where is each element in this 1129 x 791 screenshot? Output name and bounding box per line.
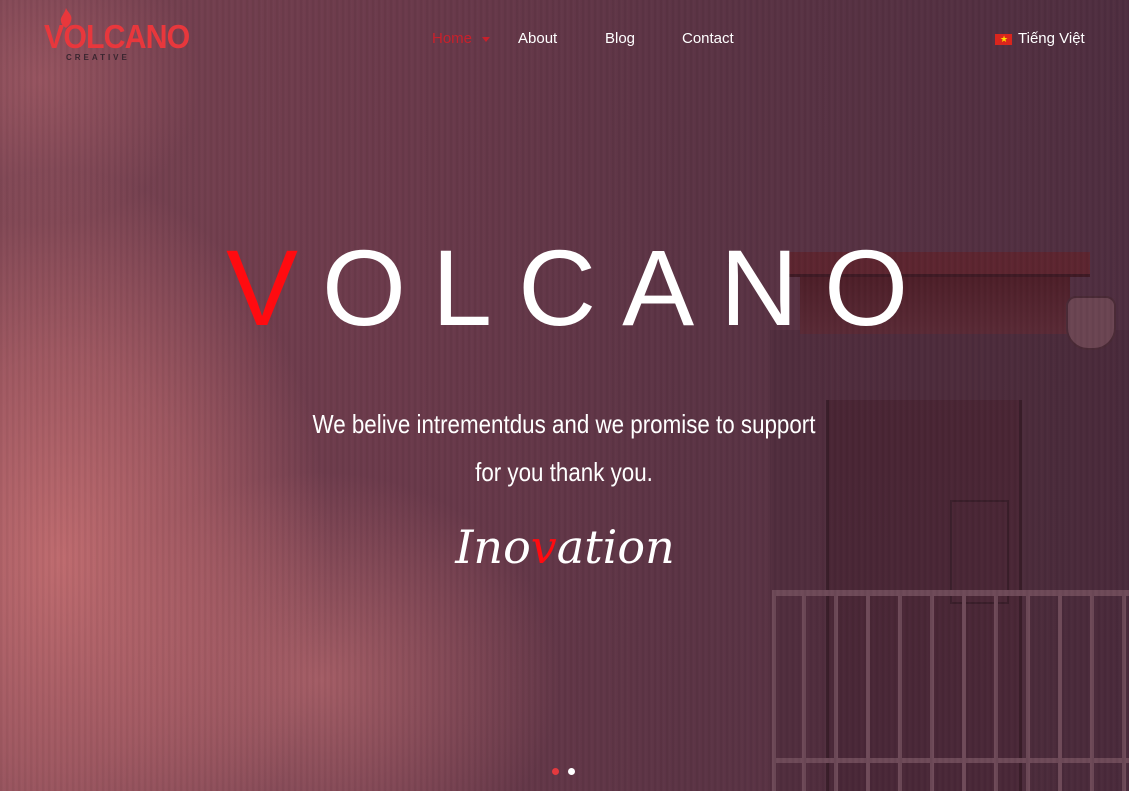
rail-bar	[994, 596, 998, 791]
rail-bar	[1026, 596, 1030, 791]
slider-dot-2[interactable]	[568, 768, 575, 775]
tagline-line-1: We belive intrementdus and we promise to…	[312, 409, 816, 439]
hero-title-accent-letter: V	[226, 227, 299, 348]
rail-bar	[772, 596, 776, 791]
rail-bar	[866, 596, 870, 791]
logo-subtitle: CREATIVE	[66, 53, 130, 62]
rail-bar	[1090, 596, 1094, 791]
rail-bottom	[772, 758, 1129, 763]
chevron-down-icon[interactable]	[482, 37, 490, 42]
nav-item-home[interactable]: Home	[432, 30, 472, 48]
logo-text: VOLCANO	[44, 18, 190, 55]
rail-bar	[898, 596, 902, 791]
rail-top	[772, 590, 1129, 596]
script-pre: Ino	[455, 520, 531, 574]
door-panel	[950, 500, 1009, 604]
script-post: ation	[556, 520, 675, 574]
hero-title: V OLCANO	[226, 227, 908, 348]
wall-lamp	[1066, 296, 1116, 350]
rail-bar	[1058, 596, 1062, 791]
script-accent: v	[530, 520, 557, 574]
slider-dot-1[interactable]	[552, 768, 559, 775]
hero-section: VOLCANO CREATIVE Home About Blog Contact…	[0, 0, 1129, 791]
nav-item-contact[interactable]: Contact	[682, 30, 734, 48]
nav-item-about[interactable]: About	[518, 30, 557, 48]
slider-pagination	[552, 768, 578, 776]
rail-bar	[930, 596, 934, 791]
nav-item-blog[interactable]: Blog	[605, 30, 635, 48]
site-logo[interactable]: VOLCANO CREATIVE	[44, 8, 190, 64]
hero-script-word: Inovation	[430, 515, 700, 579]
hero-title-rest: OLCANO	[322, 227, 935, 348]
vietnam-flag-icon: ★	[995, 34, 1012, 45]
hero-tagline: We belive intrementdus and we promise to…	[306, 400, 822, 496]
rail-bar	[802, 596, 806, 791]
site-header: VOLCANO CREATIVE Home About Blog Contact…	[0, 0, 1129, 80]
rail-bar	[962, 596, 966, 791]
language-label: Tiếng Việt	[1018, 30, 1085, 47]
tagline-line-2: for you thank you.	[475, 457, 653, 487]
rail-bar	[834, 596, 838, 791]
rail-bar	[1122, 596, 1126, 791]
balcony-railing	[772, 590, 1129, 791]
